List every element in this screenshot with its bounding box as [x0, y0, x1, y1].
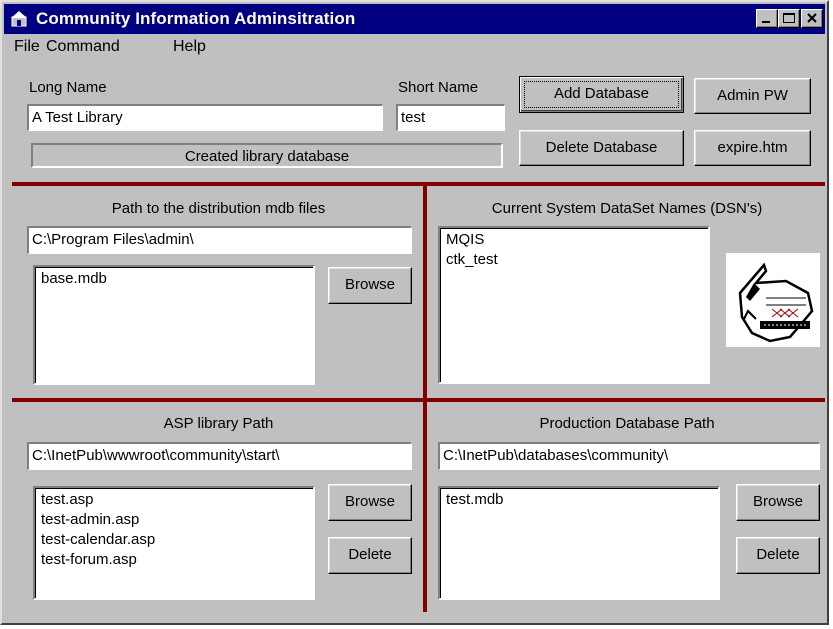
browse-label: Browse — [752, 493, 804, 510]
dsn-heading: Current System DataSet Names (DSN's) — [491, 200, 763, 217]
horizontal-divider-middle — [12, 398, 825, 402]
delete-label: Delete — [348, 546, 392, 563]
add-database-button[interactable]: Add Database — [519, 76, 684, 113]
production-browse-button[interactable]: Browse — [736, 484, 820, 521]
delete-database-button[interactable]: Delete Database — [519, 130, 684, 166]
expire-label: expire.htm — [717, 139, 788, 156]
menu-command[interactable]: Command — [46, 38, 120, 56]
list-item[interactable]: test.asp — [41, 490, 313, 510]
admin-pw-button[interactable]: Admin PW — [694, 78, 811, 114]
asp-heading: ASP library Path — [163, 415, 274, 432]
dsn-list[interactable]: MQIS ctk_test — [438, 226, 710, 384]
short-name-label: Short Name — [398, 79, 479, 96]
asp-browse-button[interactable]: Browse — [328, 484, 412, 521]
menu-file[interactable]: File — [14, 38, 40, 56]
maximize-button[interactable] — [778, 9, 800, 28]
asp-path-input[interactable]: C:\InetPub\wwwroot\community\start\ — [27, 442, 412, 470]
maximize-icon — [783, 13, 795, 23]
list-item[interactable]: base.mdb — [41, 269, 313, 289]
long-name-input[interactable]: A Test Library — [27, 104, 383, 131]
minimize-button[interactable] — [756, 9, 778, 28]
app-window: Community Information Adminsitration Fil… — [0, 0, 829, 625]
focus-rect — [524, 81, 679, 108]
title-bar[interactable]: Community Information Adminsitration — [4, 4, 825, 34]
admin-pw-label: Admin PW — [717, 87, 788, 104]
distribution-file-list[interactable]: base.mdb — [33, 265, 315, 385]
window-title: Community Information Adminsitration — [36, 9, 356, 28]
asp-delete-button[interactable]: Delete — [328, 537, 412, 574]
expire-button[interactable]: expire.htm — [694, 130, 811, 166]
list-item[interactable]: ctk_test — [446, 250, 708, 270]
status-bar: Created library database — [31, 143, 503, 168]
distribution-heading: Path to the distribution mdb files — [111, 200, 326, 217]
production-path-input[interactable]: C:\InetPub\databases\community\ — [438, 442, 820, 470]
browse-label: Browse — [344, 276, 396, 293]
list-item[interactable]: test-admin.asp — [41, 510, 313, 530]
close-icon — [807, 13, 817, 23]
horizontal-divider-top — [12, 182, 825, 186]
status-text: Created library database — [184, 148, 350, 165]
long-name-label: Long Name — [29, 79, 107, 96]
asp-file-list[interactable]: test.asp test-admin.asp test-calendar.as… — [33, 486, 315, 600]
list-item[interactable]: test-calendar.asp — [41, 530, 313, 550]
production-heading: Production Database Path — [539, 415, 715, 432]
distribution-path-input[interactable]: C:\Program Files\admin\ — [27, 226, 412, 254]
community-information-logo — [726, 253, 820, 347]
short-name-input[interactable]: test — [396, 104, 505, 131]
app-icon — [11, 11, 27, 27]
list-item[interactable]: MQIS — [446, 230, 708, 250]
logo-graphic — [738, 262, 814, 343]
production-delete-button[interactable]: Delete — [736, 537, 820, 574]
vertical-divider — [423, 182, 427, 612]
delete-database-label: Delete Database — [545, 139, 658, 156]
delete-label: Delete — [756, 546, 800, 563]
menu-help[interactable]: Help — [173, 38, 206, 56]
production-file-list[interactable]: test.mdb — [438, 486, 720, 600]
browse-label: Browse — [344, 493, 396, 510]
list-item[interactable]: test-forum.asp — [41, 550, 313, 570]
list-item[interactable]: test.mdb — [446, 490, 718, 510]
minimize-icon — [762, 21, 770, 23]
close-button[interactable] — [801, 9, 823, 28]
distribution-browse-button[interactable]: Browse — [328, 267, 412, 304]
